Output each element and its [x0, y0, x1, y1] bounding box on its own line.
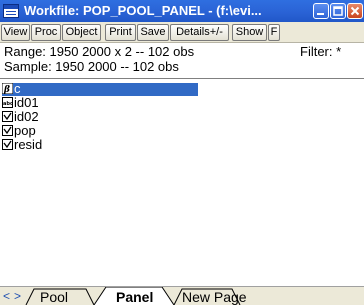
tab-scroll-right-icon[interactable]: >	[14, 289, 24, 303]
alpha-series-icon: abc	[2, 97, 13, 108]
tab-scroll-left-icon[interactable]: <	[3, 289, 13, 303]
svg-text:β: β	[3, 85, 10, 94]
view-button[interactable]: View	[1, 24, 30, 41]
minimize-icon	[317, 13, 324, 15]
object-label: pop	[14, 123, 36, 138]
workfile-info: Range: 1950 2000 x 2 -- 102 obs Filter: …	[0, 43, 364, 79]
tab-pool[interactable]: Pool	[40, 290, 68, 304]
proc-button[interactable]: Proc	[31, 24, 61, 41]
object-label: c	[14, 81, 21, 96]
maximize-icon	[333, 6, 343, 16]
coefficient-icon: β	[2, 83, 13, 94]
object-label: id02	[14, 109, 39, 124]
workfile-window: Workfile: POP_POOL_PANEL - (f:\evi... Vi…	[0, 0, 364, 305]
series-icon	[2, 125, 13, 136]
show-button[interactable]: Show	[232, 24, 267, 41]
close-button[interactable]	[347, 3, 363, 19]
tab-new-page[interactable]: New Page	[182, 290, 247, 304]
series-icon	[2, 139, 13, 150]
object-label: resid	[14, 137, 43, 152]
object-list: β c abc id01 id02 pop resid	[0, 80, 364, 286]
page-tab-bar: < > Pool Panel New Page	[0, 286, 364, 305]
series-icon	[2, 111, 13, 122]
print-button[interactable]: Print	[105, 24, 136, 41]
minimize-button[interactable]	[313, 3, 329, 19]
close-icon	[350, 6, 360, 16]
svg-text:abc: abc	[3, 101, 13, 107]
window-title: Workfile: POP_POOL_PANEL - (f:\evi...	[24, 3, 262, 18]
tab-panel[interactable]: Panel	[116, 290, 153, 304]
fetch-button[interactable]: F	[268, 24, 280, 41]
workfile-toolbar: View Proc Object Print Save Details+/- S…	[0, 22, 364, 43]
range-text[interactable]: Range: 1950 2000 x 2 -- 102 obs	[4, 44, 194, 59]
save-button[interactable]: Save	[137, 24, 169, 41]
filter-text[interactable]: Filter: *	[300, 44, 341, 59]
sample-text[interactable]: Sample: 1950 2000 -- 102 obs	[4, 59, 179, 74]
title-bar[interactable]: Workfile: POP_POOL_PANEL - (f:\evi...	[0, 0, 364, 22]
object-button[interactable]: Object	[62, 24, 101, 41]
workfile-icon	[3, 4, 19, 18]
object-label: id01	[14, 95, 39, 110]
details-button[interactable]: Details+/-	[170, 24, 229, 41]
maximize-button[interactable]	[330, 3, 346, 19]
